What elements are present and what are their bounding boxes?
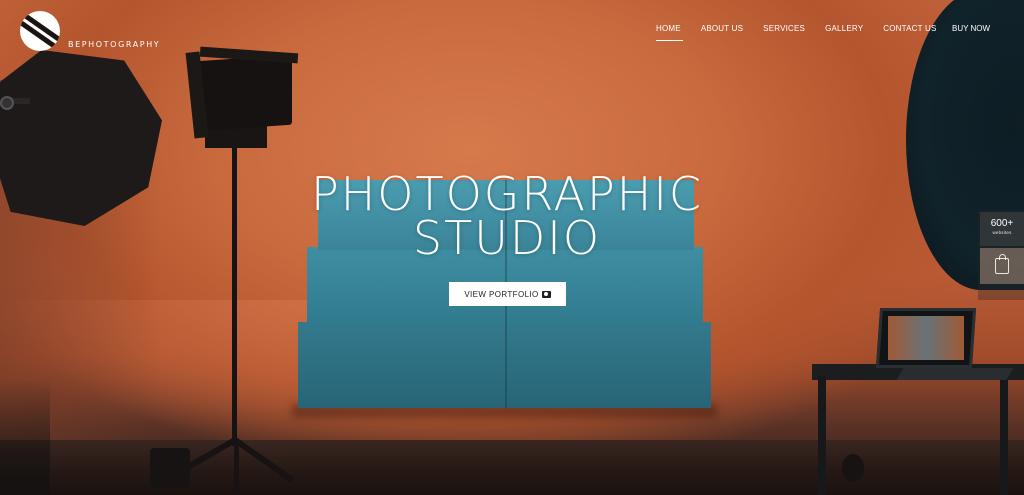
light-stand-leg xyxy=(234,440,239,495)
table-leg xyxy=(1000,376,1008,495)
websites-badge[interactable]: 600+ websites xyxy=(980,212,1024,246)
brand-logo[interactable]: BEPHOTOGRAPHY xyxy=(20,11,160,51)
nav-item-about-us[interactable]: ABOUT US xyxy=(691,22,753,39)
floor-equipment xyxy=(842,454,864,482)
tripod xyxy=(0,380,50,495)
camera-icon xyxy=(541,290,551,298)
view-portfolio-label: VIEW PORTFOLIO xyxy=(464,289,539,299)
monitor-display xyxy=(888,316,964,360)
shopping-bag-icon xyxy=(995,254,1009,274)
floor-equipment xyxy=(150,448,190,488)
table-leg xyxy=(818,376,826,495)
laptop xyxy=(896,368,1014,380)
nav-item-home[interactable]: HOME xyxy=(646,22,691,41)
spotlight-head xyxy=(196,54,292,132)
hero-headline: PHOTOGRAPHIC STUDIO xyxy=(240,171,774,261)
nav-item-services[interactable]: SERVICES xyxy=(753,22,815,39)
light-stand-pole xyxy=(232,146,237,446)
headline-line-2: STUDIO xyxy=(412,211,602,265)
view-portfolio-button[interactable]: VIEW PORTFOLIO xyxy=(449,282,566,306)
main-nav: HOME ABOUT US SERVICES GALLERY CONTACT U… xyxy=(646,22,947,41)
logo-icon xyxy=(20,11,60,51)
buy-now-button[interactable]: BUY NOW xyxy=(942,22,1000,39)
softbox-mount xyxy=(0,96,14,110)
brand-name: BEPHOTOGRAPHY xyxy=(68,39,161,49)
websites-count: 600+ xyxy=(990,218,1014,229)
nav-item-contact-us[interactable]: CONTACT US xyxy=(873,22,946,39)
websites-label: websites xyxy=(992,230,1012,235)
nav-item-gallery[interactable]: GALLERY xyxy=(815,22,873,39)
cart-badge[interactable] xyxy=(980,248,1024,284)
